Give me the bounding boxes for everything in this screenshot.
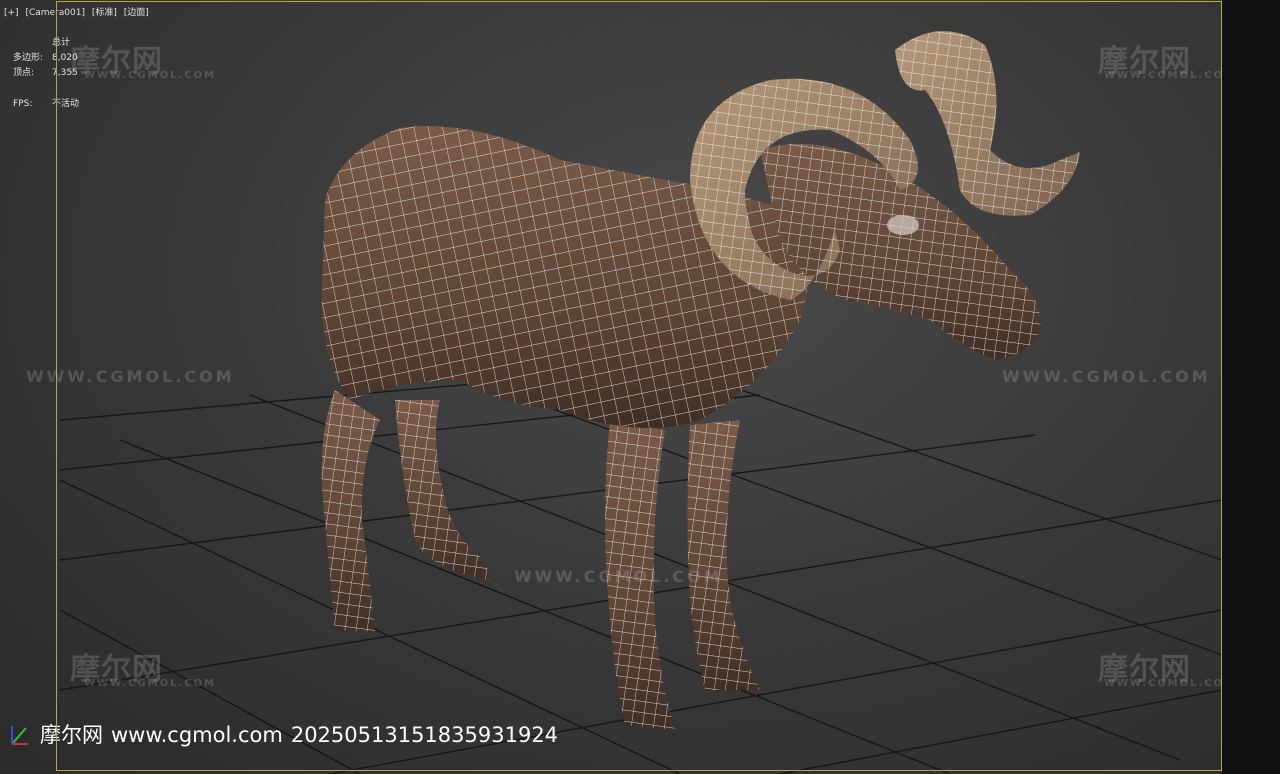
vertices-value: 7,355 (52, 68, 78, 78)
fps-label: FPS: (13, 99, 33, 109)
right-panel-edge (1222, 0, 1280, 774)
footer-caption: 摩尔网 www.cgmol.com 20250513151835931924 (40, 722, 566, 748)
vertices-label: 顶点: (13, 68, 35, 78)
polygons-label: 多边形: (13, 53, 44, 63)
viewport-menu: [+] [Camera001] [标准] [边面] (4, 8, 153, 19)
watermark-brand-url: WWW.CGMOL.COM (1104, 678, 1237, 689)
axis-gizmo (11, 726, 28, 745)
watermark-brand-url: WWW.CGMOL.COM (1104, 70, 1237, 81)
polygons-value: 8,020 (52, 53, 78, 63)
3d-viewport[interactable]: 摩尔网 WWW.CGMOL.COM 摩尔网 WWW.CGMOL.COM 摩尔网 … (0, 0, 1280, 774)
viewport-menu-edged-faces[interactable]: [边面] (124, 8, 149, 18)
watermark-brand-url: WWW.CGMOL.COM (84, 70, 217, 81)
viewport-menu-plus[interactable]: [+] (4, 8, 19, 18)
viewport-menu-camera[interactable]: [Camera001] (25, 8, 85, 18)
watermark-url: WWW.CGMOL.COM (1002, 367, 1211, 386)
footer-url[interactable]: www.cgmol.com (111, 723, 283, 747)
fps-value: 不活动 (52, 99, 80, 109)
watermark-url: WWW.CGMOL.COM (514, 567, 723, 586)
footer-brand: 摩尔网 (40, 723, 103, 747)
ram-legs (321, 390, 760, 730)
watermark-url: WWW.CGMOL.COM (26, 367, 235, 386)
scene (11, 31, 1223, 774)
viewport-menu-shading[interactable]: [标准] (92, 8, 117, 18)
footer-id: 20250513151835931924 (290, 723, 559, 747)
watermark-brand-url: WWW.CGMOL.COM (84, 678, 217, 689)
stats-title: 总计 (52, 38, 71, 48)
